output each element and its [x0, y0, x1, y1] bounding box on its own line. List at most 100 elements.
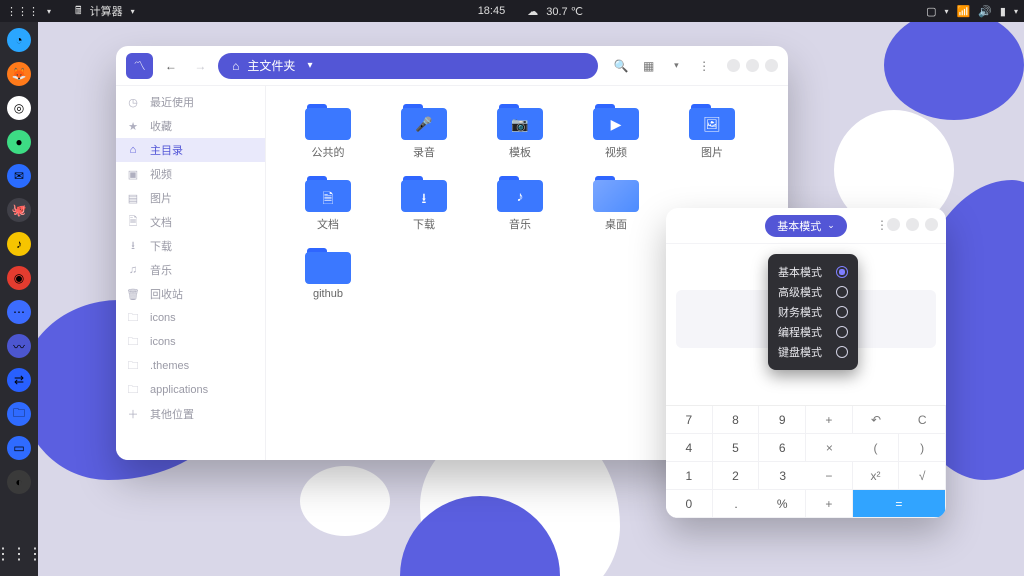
dock-app-waves[interactable]: 〰 [7, 334, 31, 358]
key-8[interactable]: 8 [713, 406, 760, 434]
dock-app-chat[interactable]: ● [7, 130, 31, 154]
dock-app-tweaks[interactable]: ⇄ [7, 368, 31, 392]
sidebar-item-.themes[interactable]: 🗀.themes [116, 354, 265, 378]
sidebar-item-视频[interactable]: ▣视频 [116, 162, 265, 186]
key-×[interactable]: × [806, 434, 853, 462]
key-6[interactable]: 6 [759, 434, 806, 462]
sidebar-item-其他位置[interactable]: ＋其他位置 [116, 402, 265, 426]
path-chevron-icon[interactable]: ▾ [307, 60, 312, 71]
sidebar-item-icons[interactable]: 🗀icons [116, 306, 265, 330]
key-1[interactable]: 1 [666, 462, 713, 490]
key-C[interactable]: C [899, 406, 946, 434]
sidebar-item-收藏[interactable]: ★收藏 [116, 114, 265, 138]
window-minimize-button[interactable] [727, 59, 740, 72]
mode-option-label: 高级模式 [778, 284, 822, 300]
folder-github[interactable]: github [282, 246, 374, 300]
dock-app-term[interactable]: ▭ [7, 436, 31, 460]
dock-app-octo[interactable]: 🐙 [7, 198, 31, 222]
key-√[interactable]: √ [899, 462, 946, 490]
key-−[interactable]: − [806, 462, 853, 490]
key-.[interactable]: . [713, 490, 760, 518]
calc-window-minimize-button[interactable] [887, 218, 900, 231]
sidebar-item-applications[interactable]: 🗀applications [116, 378, 265, 402]
sidebar-item-回收站[interactable]: 🗑回收站 [116, 282, 265, 306]
key-+[interactable]: + [806, 406, 853, 434]
key-0[interactable]: 0 [666, 490, 713, 518]
key-([interactable]: ( [853, 434, 900, 462]
sidebar-item-主目录[interactable]: ⌂主目录 [116, 138, 265, 162]
dock-app-disk[interactable]: ◐ [7, 470, 31, 494]
apps-grid-icon[interactable]: ⋮⋮⋮ [6, 5, 39, 18]
folder-文档[interactable]: 🗎文档 [282, 174, 374, 232]
view-grid-button[interactable]: ▦ [638, 54, 660, 78]
key-2[interactable]: 2 [713, 462, 760, 490]
search-button[interactable]: 🔍 [610, 54, 632, 78]
key-7[interactable]: 7 [666, 406, 713, 434]
nav-forward-button[interactable]: → [189, 53, 213, 79]
folder-label: 录音 [413, 144, 435, 160]
key-)[interactable]: ) [899, 434, 946, 462]
path-bar[interactable]: ⌂ 主文件夹 ▾ [218, 53, 598, 79]
sidebar-item-下载[interactable]: ⭳下载 [116, 234, 265, 258]
mode-option-基本模式[interactable]: 基本模式 [778, 262, 848, 282]
key-%[interactable]: % [759, 490, 806, 518]
folder-badge-icon: 📷 [497, 116, 543, 133]
sidebar-item-icon: 🗎 [116, 213, 150, 232]
folder-下载[interactable]: ⭳下载 [378, 174, 470, 232]
radio-icon [836, 266, 848, 278]
mode-option-高级模式[interactable]: 高级模式 [778, 282, 848, 302]
volume-icon[interactable]: 🔊 [978, 5, 992, 18]
view-menu-chevron-icon[interactable]: ▾ [666, 54, 688, 78]
dock-app-mail[interactable]: ✉ [7, 164, 31, 188]
app-chevron-icon[interactable]: ▾ [131, 7, 135, 16]
dock-app-music[interactable]: ♪ [7, 232, 31, 256]
sidebar-item-图片[interactable]: ▤图片 [116, 186, 265, 210]
key-x²[interactable]: x² [853, 462, 900, 490]
calc-window-maximize-button[interactable] [906, 218, 919, 231]
temperature[interactable]: 30.7 ℃ [546, 5, 583, 18]
calc-window-close-button[interactable] [925, 218, 938, 231]
sidebar-item-icons[interactable]: 🗀icons [116, 330, 265, 354]
mode-option-编程模式[interactable]: 编程模式 [778, 322, 848, 342]
dock-app-chrome[interactable]: ◎ [7, 96, 31, 120]
key-4[interactable]: 4 [666, 434, 713, 462]
folder-桌面[interactable]: 桌面 [570, 174, 662, 232]
key-+[interactable]: + [806, 490, 853, 518]
active-app-label[interactable]: 计算器 [90, 3, 123, 19]
tray-square-icon[interactable]: ▢ [926, 5, 936, 18]
dock-app-more[interactable]: ⋯ [7, 300, 31, 324]
key-9[interactable]: 9 [759, 406, 806, 434]
sidebar-item-音乐[interactable]: ♫音乐 [116, 258, 265, 282]
radio-icon [836, 286, 848, 298]
apps-chevron-icon[interactable]: ▾ [47, 7, 51, 16]
folder-视频[interactable]: ▶视频 [570, 102, 662, 160]
folder-图片[interactable]: 🖼图片 [666, 102, 758, 160]
mode-option-键盘模式[interactable]: 键盘模式 [778, 342, 848, 362]
dock-apps-grid-button[interactable]: ⋮⋮⋮ [0, 544, 43, 564]
hamburger-menu-button[interactable]: ⋮ [693, 54, 715, 78]
dock-app-firefox[interactable]: 🦊 [7, 62, 31, 86]
wifi-icon[interactable]: 📶 [957, 5, 971, 18]
clock[interactable]: 18:45 [478, 5, 506, 17]
window-controls [727, 59, 778, 72]
folder-公共的[interactable]: 公共的 [282, 102, 374, 160]
mode-option-财务模式[interactable]: 财务模式 [778, 302, 848, 322]
mode-selector-button[interactable]: 基本模式 ⌄ [765, 215, 847, 237]
dock-app-netease[interactable]: ◉ [7, 266, 31, 290]
key-=[interactable]: = [853, 490, 946, 518]
dock-app-edge[interactable]: ◔ [7, 28, 31, 52]
key-↶[interactable]: ↶ [853, 406, 900, 434]
key-5[interactable]: 5 [713, 434, 760, 462]
sidebar-item-最近使用[interactable]: ◷最近使用 [116, 90, 265, 114]
folder-模板[interactable]: 📷模板 [474, 102, 566, 160]
nav-back-button[interactable]: ← [159, 53, 183, 79]
dock-app-files[interactable]: 🗀 [7, 402, 31, 426]
folder-label: 图片 [701, 144, 723, 160]
folder-录音[interactable]: 🎤录音 [378, 102, 470, 160]
window-close-button[interactable] [765, 59, 778, 72]
sidebar-item-文档[interactable]: 🗎文档 [116, 210, 265, 234]
window-maximize-button[interactable] [746, 59, 759, 72]
key-3[interactable]: 3 [759, 462, 806, 490]
battery-icon[interactable]: ▮ [1000, 5, 1006, 18]
folder-音乐[interactable]: ♪音乐 [474, 174, 566, 232]
